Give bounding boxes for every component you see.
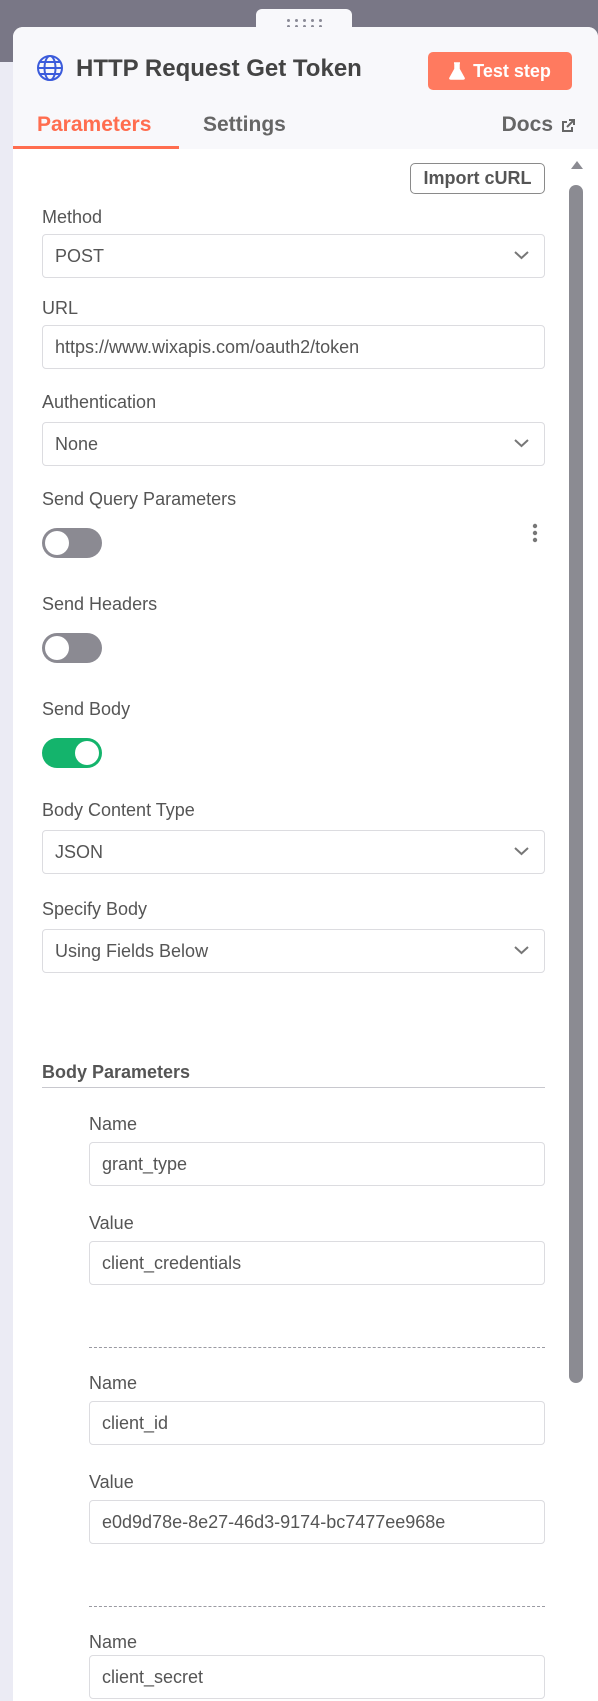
param-name-value: client_secret [102,1666,204,1687]
url-label: URL [42,298,79,318]
import-curl-button[interactable]: Import cURL [410,163,545,194]
globe-icon [37,55,63,81]
docs-link[interactable]: Docs [502,113,576,137]
test-step-label: Test step [473,60,551,81]
param-separator [89,1347,545,1348]
scrollbar[interactable] [566,161,588,1701]
param-name-label: Name [89,1114,138,1134]
flask-icon [449,62,466,80]
param-name-input[interactable]: client_id [89,1401,545,1445]
send-query-toggle[interactable] [42,528,102,558]
chevron-down-icon [514,251,529,260]
param-name-input[interactable]: grant_type [89,1142,545,1186]
tab-parameters[interactable]: Parameters [37,113,151,137]
param-name-value: client_id [102,1412,169,1433]
chevron-down-icon [514,946,529,955]
send-body-label: Send Body [42,699,131,719]
method-select[interactable]: POST [42,234,545,278]
specify-body-value: Using Fields Below [55,940,209,961]
authentication-value: None [55,433,99,454]
param-value-label: Value [89,1213,134,1233]
param-value-label: Value [89,1472,134,1492]
specify-body-label: Specify Body [42,899,148,919]
param-value-input[interactable]: client_credentials [89,1241,545,1285]
url-input[interactable]: https://www.wixapis.com/oauth2/token [42,325,545,369]
panel-header: HTTP Request Get Token Test step Paramet… [13,27,598,149]
node-settings-panel: HTTP Request Get Token Test step Paramet… [13,27,598,1701]
body-content-type-select[interactable]: JSON [42,830,545,874]
param-name-input[interactable]: client_secret [89,1655,545,1699]
node-title[interactable]: HTTP Request Get Token [76,55,362,83]
chevron-down-icon [514,847,529,856]
left-gutter [0,62,13,1701]
send-body-toggle[interactable] [42,738,102,768]
body-parameters-heading: Body Parameters [42,1062,191,1082]
scrollbar-thumb[interactable] [569,185,583,1383]
parameters-content: Import cURL Method POST URL https://www.… [13,149,598,1701]
param-value-value: client_credentials [102,1252,242,1273]
external-link-icon [562,118,575,132]
body-parameters-divider [42,1087,545,1088]
tab-settings[interactable]: Settings [203,113,286,137]
test-step-button[interactable]: Test step [428,52,572,90]
body-content-type-label: Body Content Type [42,800,195,820]
send-query-label: Send Query Parameters [42,489,237,509]
url-value: https://www.wixapis.com/oauth2/token [55,336,360,357]
param-name-value: grant_type [102,1153,188,1174]
param-name-label: Name [89,1632,138,1652]
param-value-input[interactable]: e0d9d78e-8e27-46d3-9174-bc7477ee968e [89,1500,545,1544]
param-separator [89,1606,545,1607]
scroll-up-arrow-icon[interactable] [571,161,583,169]
send-headers-label: Send Headers [42,594,158,614]
param-name-label: Name [89,1373,138,1393]
vertical-dots-icon[interactable] [531,523,539,543]
method-label: Method [42,207,103,227]
body-content-type-value: JSON [55,841,104,862]
authentication-select[interactable]: None [42,422,545,466]
authentication-label: Authentication [42,392,157,412]
send-headers-toggle[interactable] [42,633,102,663]
method-value: POST [55,245,105,266]
docs-label: Docs [501,113,553,136]
chevron-down-icon [514,439,529,448]
param-value-value: e0d9d78e-8e27-46d3-9174-bc7477ee968e [102,1511,446,1532]
specify-body-select[interactable]: Using Fields Below [42,929,545,973]
